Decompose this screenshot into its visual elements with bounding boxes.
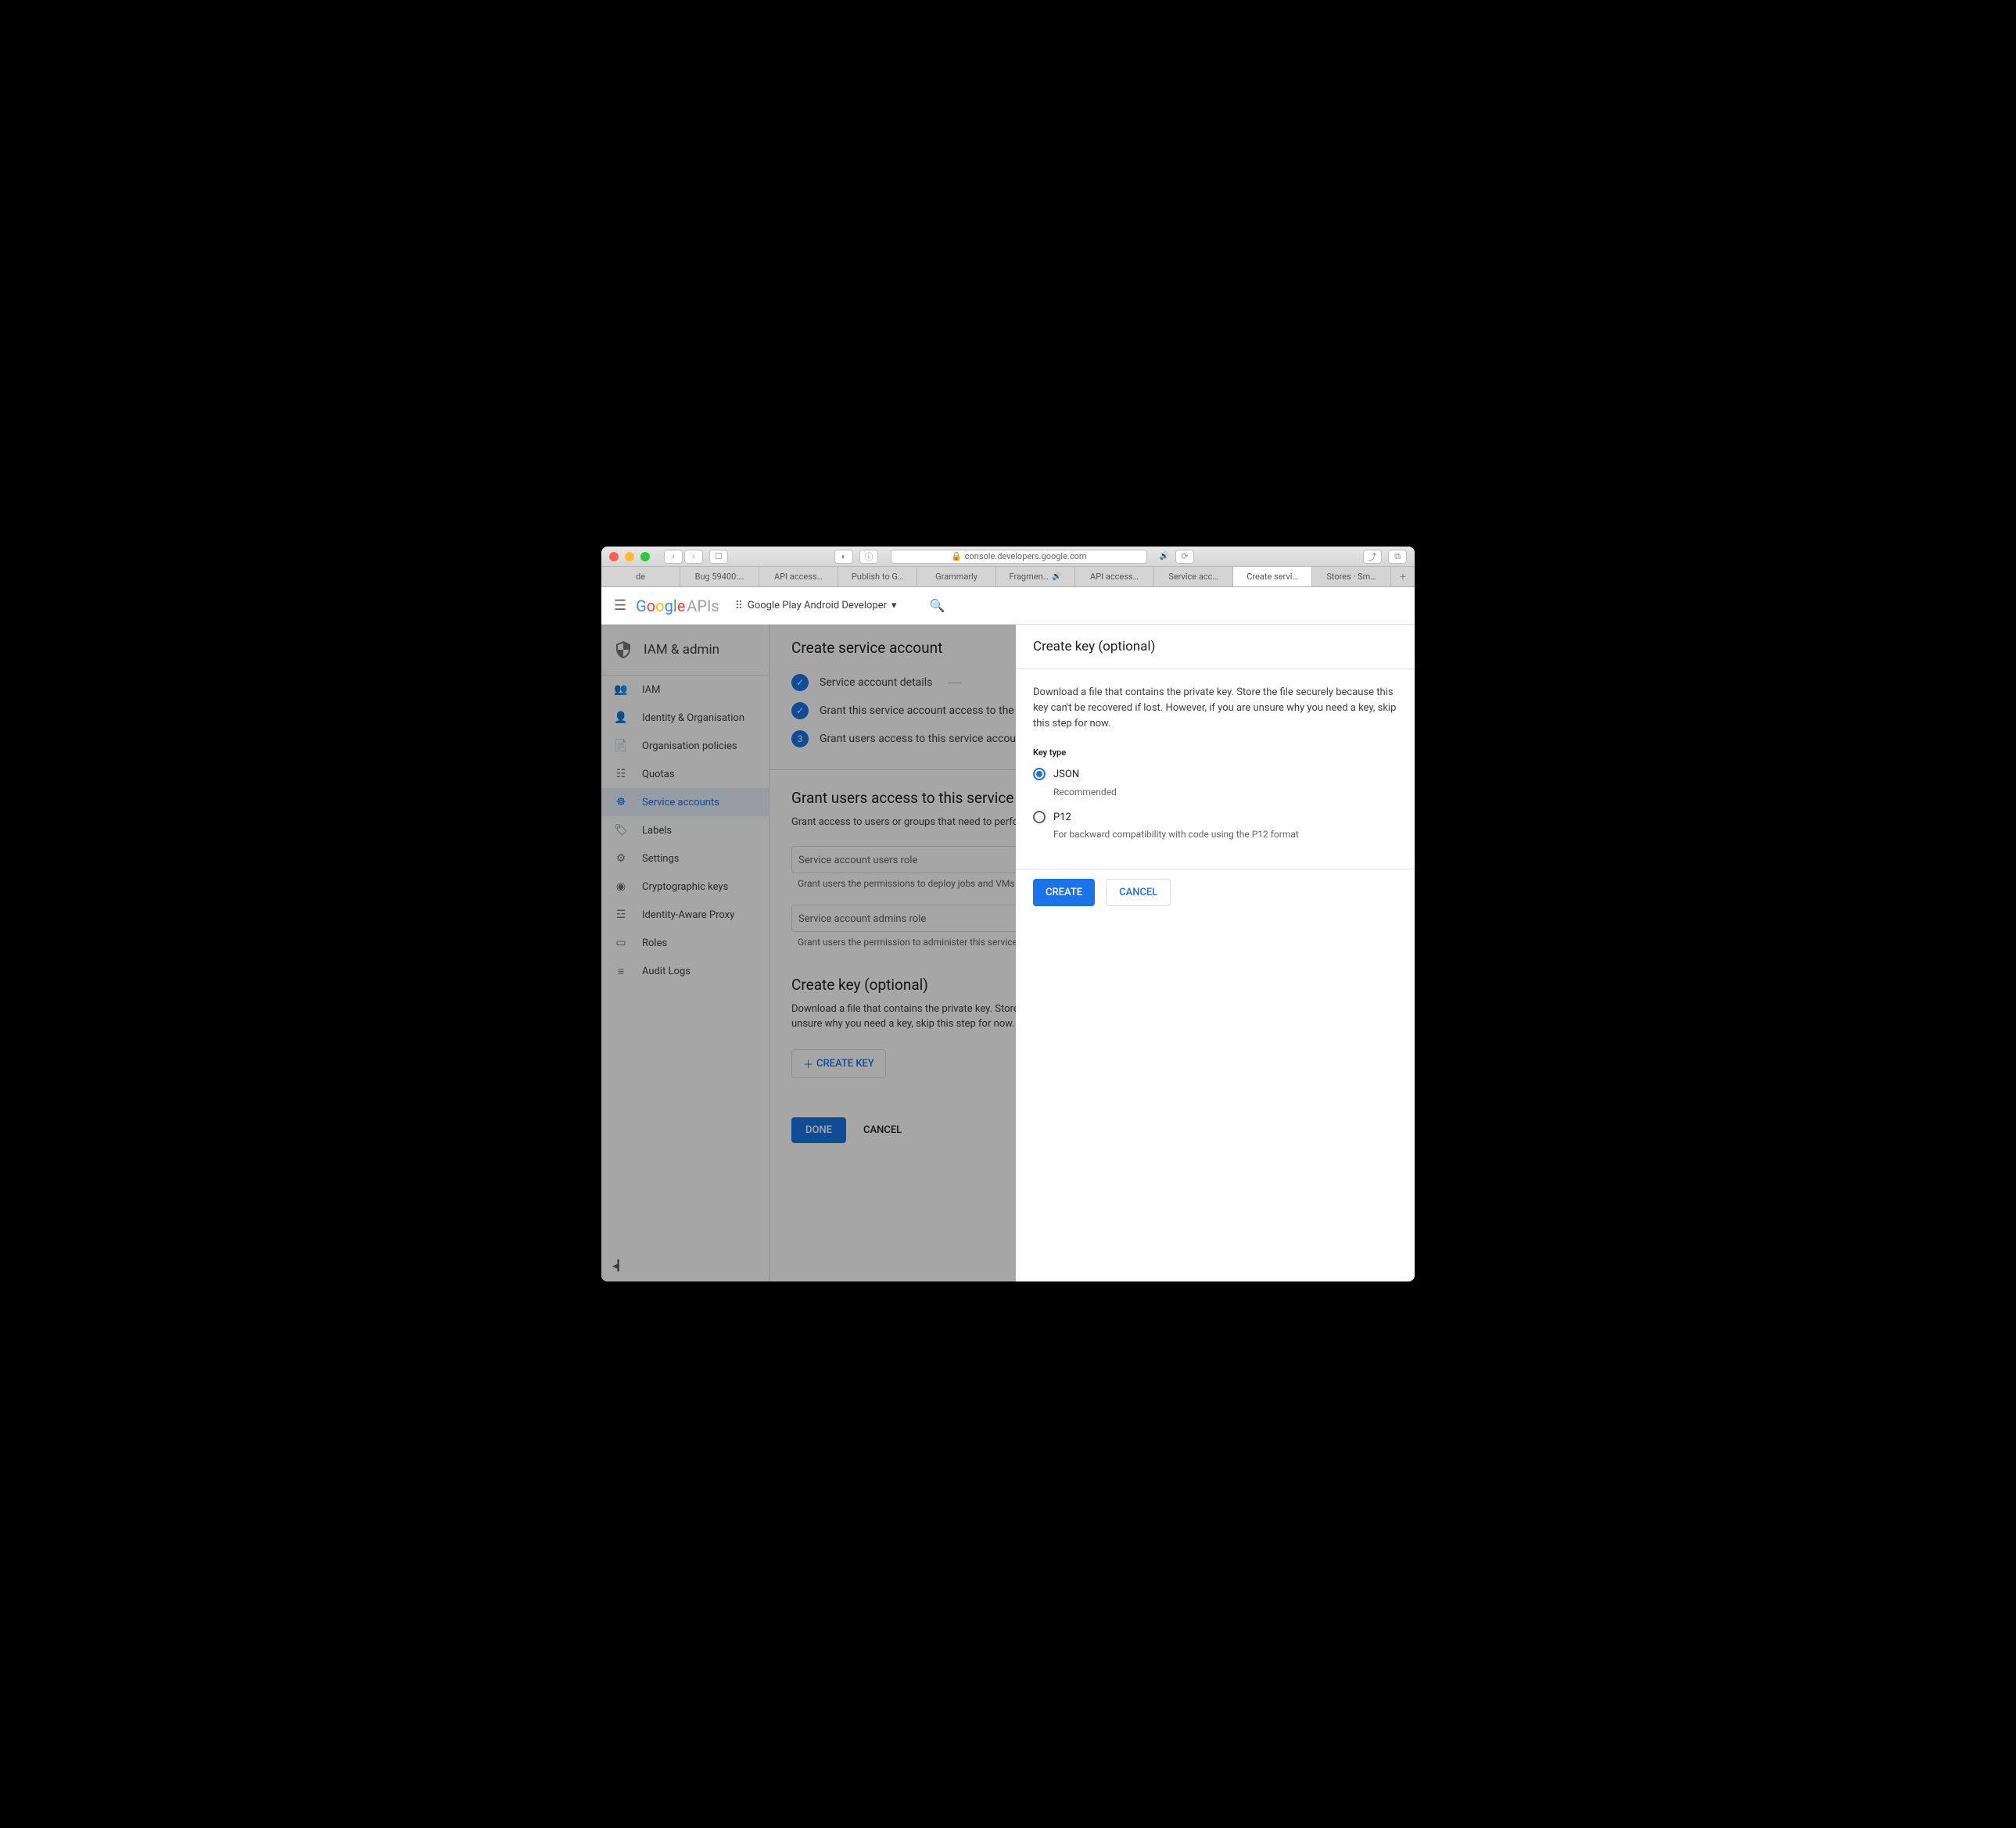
share-button[interactable]: ⤴ bbox=[1363, 550, 1382, 564]
titlebar: ‹ › ☐ ◐ ⓘ 🔒 console.developers.google.co… bbox=[601, 547, 1415, 567]
new-tab-button[interactable]: + bbox=[1391, 567, 1415, 586]
tab-strip: deBug 59400:…API access…Publish to G…Gra… bbox=[601, 567, 1415, 587]
browser-tab[interactable]: Stores · Sm… bbox=[1312, 567, 1391, 586]
project-selector[interactable]: ⠿ Google Play Android Developer ▾ bbox=[735, 600, 897, 612]
project-icon: ⠿ bbox=[735, 600, 743, 612]
radio-icon bbox=[1033, 768, 1046, 780]
create-key-dialog: Create key (optional) Download a file th… bbox=[1016, 625, 1415, 1281]
audio-icon: 🔊 bbox=[1052, 572, 1061, 581]
browser-tab[interactable]: Publish to G… bbox=[838, 567, 917, 586]
dialog-description: Download a file that contains the privat… bbox=[1033, 685, 1397, 732]
project-name: Google Play Android Developer bbox=[748, 600, 887, 611]
browser-tab[interactable]: de bbox=[601, 567, 680, 586]
browser-window: ‹ › ☐ ◐ ⓘ 🔒 console.developers.google.co… bbox=[601, 547, 1415, 1281]
tabs-button[interactable]: ⧉ bbox=[1388, 550, 1407, 564]
search-icon[interactable]: 🔍 bbox=[930, 598, 945, 613]
back-button[interactable]: ‹ bbox=[664, 550, 683, 564]
close-icon[interactable] bbox=[609, 552, 619, 561]
browser-tab[interactable]: Create servi… bbox=[1233, 567, 1312, 586]
browser-tab[interactable]: Service acc… bbox=[1154, 567, 1233, 586]
google-apis-logo: GoogleAPIs bbox=[636, 597, 719, 615]
lock-icon: 🔒 bbox=[951, 551, 962, 561]
audio-icon: 🔊 bbox=[1160, 552, 1169, 561]
radio-label: JSON bbox=[1053, 767, 1079, 783]
dialog-title: Create key (optional) bbox=[1016, 625, 1415, 669]
dialog-cancel-button[interactable]: CANCEL bbox=[1106, 879, 1171, 906]
address-bar[interactable]: 🔒 console.developers.google.com bbox=[891, 550, 1147, 564]
browser-tab[interactable]: Bug 59400:… bbox=[680, 567, 759, 586]
key-type-option[interactable]: P12 bbox=[1033, 810, 1397, 826]
sidebar-toggle-button[interactable]: ☐ bbox=[709, 550, 728, 564]
app-header: ☰ GoogleAPIs ⠿ Google Play Android Devel… bbox=[601, 587, 1415, 625]
key-type-label: Key type bbox=[1033, 746, 1397, 759]
radio-help-text: For backward compatibility with code usi… bbox=[1053, 827, 1397, 842]
info-button[interactable]: ⓘ bbox=[859, 550, 878, 564]
browser-tab[interactable]: Fragmen…🔊 bbox=[996, 567, 1075, 586]
menu-icon[interactable]: ☰ bbox=[614, 597, 626, 614]
minimize-icon[interactable] bbox=[625, 552, 634, 561]
forward-button[interactable]: › bbox=[684, 550, 703, 564]
radio-help-text: Recommended bbox=[1053, 785, 1397, 800]
extension-button[interactable]: ◐ bbox=[834, 550, 853, 564]
browser-tab[interactable]: Grammarly bbox=[917, 567, 996, 586]
radio-icon bbox=[1033, 811, 1046, 823]
url-text: console.developers.google.com bbox=[965, 551, 1087, 561]
maximize-icon[interactable] bbox=[640, 552, 650, 561]
browser-tab[interactable]: API access… bbox=[759, 567, 838, 586]
browser-tab[interactable]: API access… bbox=[1075, 567, 1154, 586]
reload-button[interactable]: ⟳ bbox=[1175, 550, 1194, 564]
dialog-create-button[interactable]: CREATE bbox=[1033, 879, 1095, 906]
key-type-option[interactable]: JSON bbox=[1033, 767, 1397, 783]
chevron-down-icon: ▾ bbox=[891, 600, 897, 611]
modal-overlay: Create key (optional) Download a file th… bbox=[601, 625, 1415, 1281]
radio-label: P12 bbox=[1053, 810, 1071, 826]
